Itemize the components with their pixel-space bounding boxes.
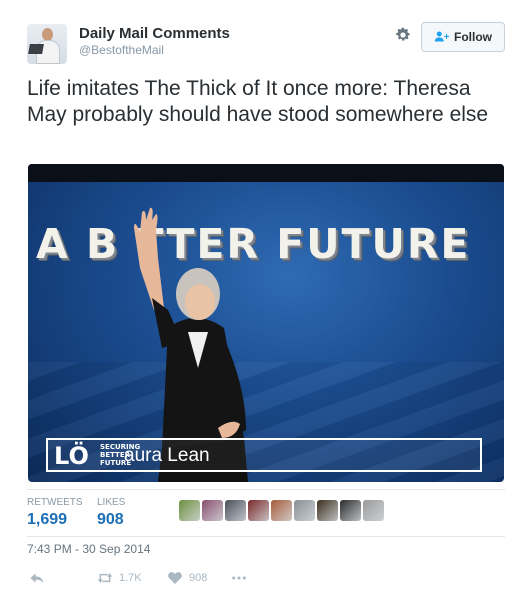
retweet-icon (98, 573, 112, 583)
likes-value: 908 (97, 511, 124, 528)
follow-label: Follow (454, 30, 492, 44)
liker-avatars (179, 500, 384, 521)
retweets-stat[interactable]: RETWEETS 1,699 (27, 497, 83, 529)
tweet-text: Life imitates The Thick of It once more:… (27, 77, 489, 126)
retweets-value: 1,699 (27, 511, 68, 528)
photo-headline-text: A B TTER FUTURE (36, 220, 471, 268)
more-icon (232, 576, 246, 580)
more-button[interactable] (231, 570, 247, 586)
gear-icon[interactable] (394, 26, 412, 44)
author-handle[interactable]: @BestoftheMail (79, 43, 164, 57)
retweet-button[interactable]: 1.7K (97, 570, 142, 586)
liker-avatar[interactable] (202, 500, 223, 521)
watermark-logo: LÖ (54, 442, 89, 470)
follow-button[interactable]: Follow (421, 22, 505, 52)
liker-avatar[interactable] (294, 500, 315, 521)
author-avatar[interactable] (27, 24, 67, 64)
tweet-stats: RETWEETS 1,699 LIKES 908 (27, 497, 505, 531)
liker-avatar[interactable] (271, 500, 292, 521)
liker-avatar[interactable] (363, 500, 384, 521)
tweet-actions: 1.7K 908 (27, 570, 505, 588)
avatar-laptop (28, 44, 44, 54)
likes-stat[interactable]: LIKES 908 (97, 497, 125, 529)
reply-icon (30, 573, 44, 583)
likes-label: LIKES (97, 497, 126, 508)
stats-divider-top (27, 489, 505, 490)
liker-avatar[interactable] (179, 500, 200, 521)
liker-avatar[interactable] (225, 500, 246, 521)
liker-avatar[interactable] (248, 500, 269, 521)
tweet-header: Daily Mail Comments @BestoftheMail Follo… (27, 22, 507, 66)
retweet-count: 1.7K (119, 572, 142, 584)
liker-avatar[interactable] (340, 500, 361, 521)
watermark-name: aura Lean (124, 445, 210, 466)
like-count: 908 (189, 572, 208, 584)
liker-avatar[interactable] (317, 500, 338, 521)
stats-divider-bottom (27, 536, 505, 537)
photo-watermark-banner: LÖ SECURING BETTER FUTURE aura Lean (46, 438, 482, 472)
retweets-label: RETWEETS (27, 497, 83, 508)
heart-icon (168, 572, 182, 584)
tweet-photo[interactable]: A B TTER FUTURE LÖ SECURING BETTER FUTUR… (28, 164, 504, 482)
tweet-timestamp[interactable]: 7:43 PM - 30 Sep 2014 (27, 542, 150, 556)
reply-button[interactable] (29, 570, 45, 586)
photo-top-band (28, 164, 504, 182)
like-button[interactable]: 908 (167, 570, 207, 586)
author-name[interactable]: Daily Mail Comments (79, 25, 230, 42)
add-person-icon (434, 31, 449, 42)
